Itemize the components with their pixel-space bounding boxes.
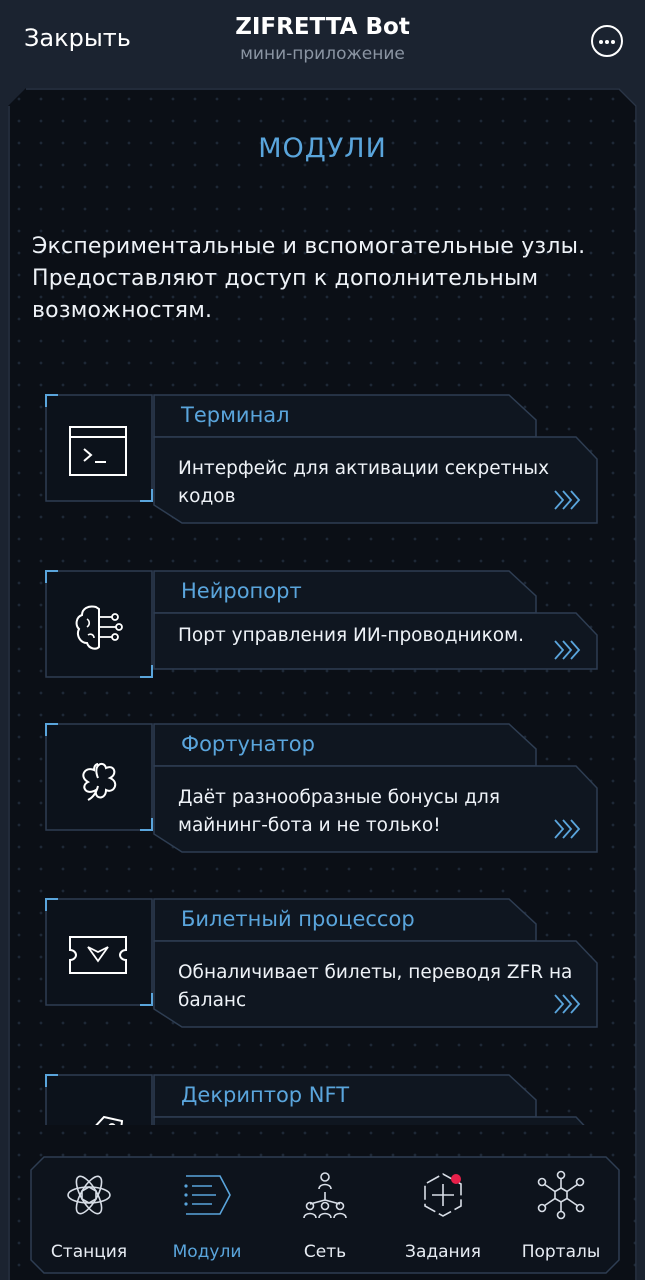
chevrons-right-icon[interactable] bbox=[553, 489, 583, 511]
modules-list-icon bbox=[184, 1175, 231, 1215]
clover-icon bbox=[82, 762, 117, 801]
module-card-ticket-processor[interactable]: Билетный процессор Обналичивает билеты, … bbox=[44, 897, 604, 1031]
bot-title: ZIFRETTA Bot bbox=[235, 14, 410, 40]
module-title: Декриптор NFT bbox=[181, 1083, 350, 1107]
portals-hub-icon bbox=[537, 1170, 585, 1220]
ticket-icon bbox=[69, 936, 127, 974]
module-description: Даёт разнообразные бонусы для майнинг-бо… bbox=[178, 787, 500, 836]
bot-subtitle: мини-приложение bbox=[240, 44, 405, 64]
module-title: Терминал bbox=[181, 403, 290, 427]
nft-tag-icon bbox=[77, 1115, 124, 1125]
nav-label: Порталы bbox=[521, 1242, 601, 1262]
more-dots-icon[interactable] bbox=[591, 25, 623, 57]
network-tree-icon bbox=[303, 1172, 347, 1219]
nav-label: Станция bbox=[50, 1242, 128, 1262]
page-intro: Экспериментальные и вспомогательные узлы… bbox=[32, 234, 586, 323]
page-title: МОДУЛИ bbox=[258, 133, 387, 164]
terminal-icon bbox=[69, 426, 127, 476]
module-description: Порт управления ИИ-проводником. bbox=[178, 625, 524, 646]
module-card-fortunator[interactable]: Фортунатор Даёт разнообразные бонусы для… bbox=[44, 722, 604, 856]
module-title: Нейропорт bbox=[181, 579, 302, 603]
bottom-nav: Станция Модули Сеть Задания Порталы bbox=[30, 1156, 620, 1274]
nav-item-modules[interactable]: Модули bbox=[148, 1156, 266, 1274]
module-card-terminal[interactable]: Терминал Интерфейс для активации секретн… bbox=[44, 393, 604, 527]
brain-circuit-icon bbox=[75, 605, 123, 650]
module-card-neuroport[interactable]: Нейропорт Порт управления ИИ-проводником… bbox=[44, 569, 604, 703]
module-title: Фортунатор bbox=[181, 732, 315, 756]
nav-label: Модули bbox=[172, 1242, 242, 1262]
chevrons-right-icon[interactable] bbox=[553, 993, 583, 1015]
nav-item-tasks[interactable]: Задания bbox=[384, 1156, 502, 1274]
chevrons-right-icon[interactable] bbox=[553, 818, 583, 840]
notification-badge bbox=[451, 1174, 461, 1184]
app-panel: МОДУЛИ Экспериментальные и вспомогательн… bbox=[8, 88, 637, 1280]
module-card-nft-decryptor[interactable]: Декриптор NFT bbox=[44, 1073, 604, 1125]
nav-label: Сеть bbox=[303, 1242, 347, 1262]
module-description: Интерфейс для активации секретных кодов bbox=[178, 458, 550, 507]
nav-item-station[interactable]: Станция bbox=[30, 1156, 148, 1274]
chevrons-right-icon[interactable] bbox=[553, 639, 583, 661]
module-title: Билетный процессор bbox=[181, 907, 415, 931]
nav-item-portals[interactable]: Порталы bbox=[502, 1156, 620, 1274]
nav-item-network[interactable]: Сеть bbox=[266, 1156, 384, 1274]
atom-station-icon bbox=[67, 1175, 111, 1215]
telegram-header: Закрыть ZIFRETTA Bot мини-приложение bbox=[0, 0, 645, 86]
module-description: Обналичивает билеты, переводя ZFR на бал… bbox=[178, 962, 573, 1011]
tasks-hexagon-icon bbox=[424, 1173, 462, 1217]
nav-label: Задания bbox=[405, 1242, 481, 1262]
